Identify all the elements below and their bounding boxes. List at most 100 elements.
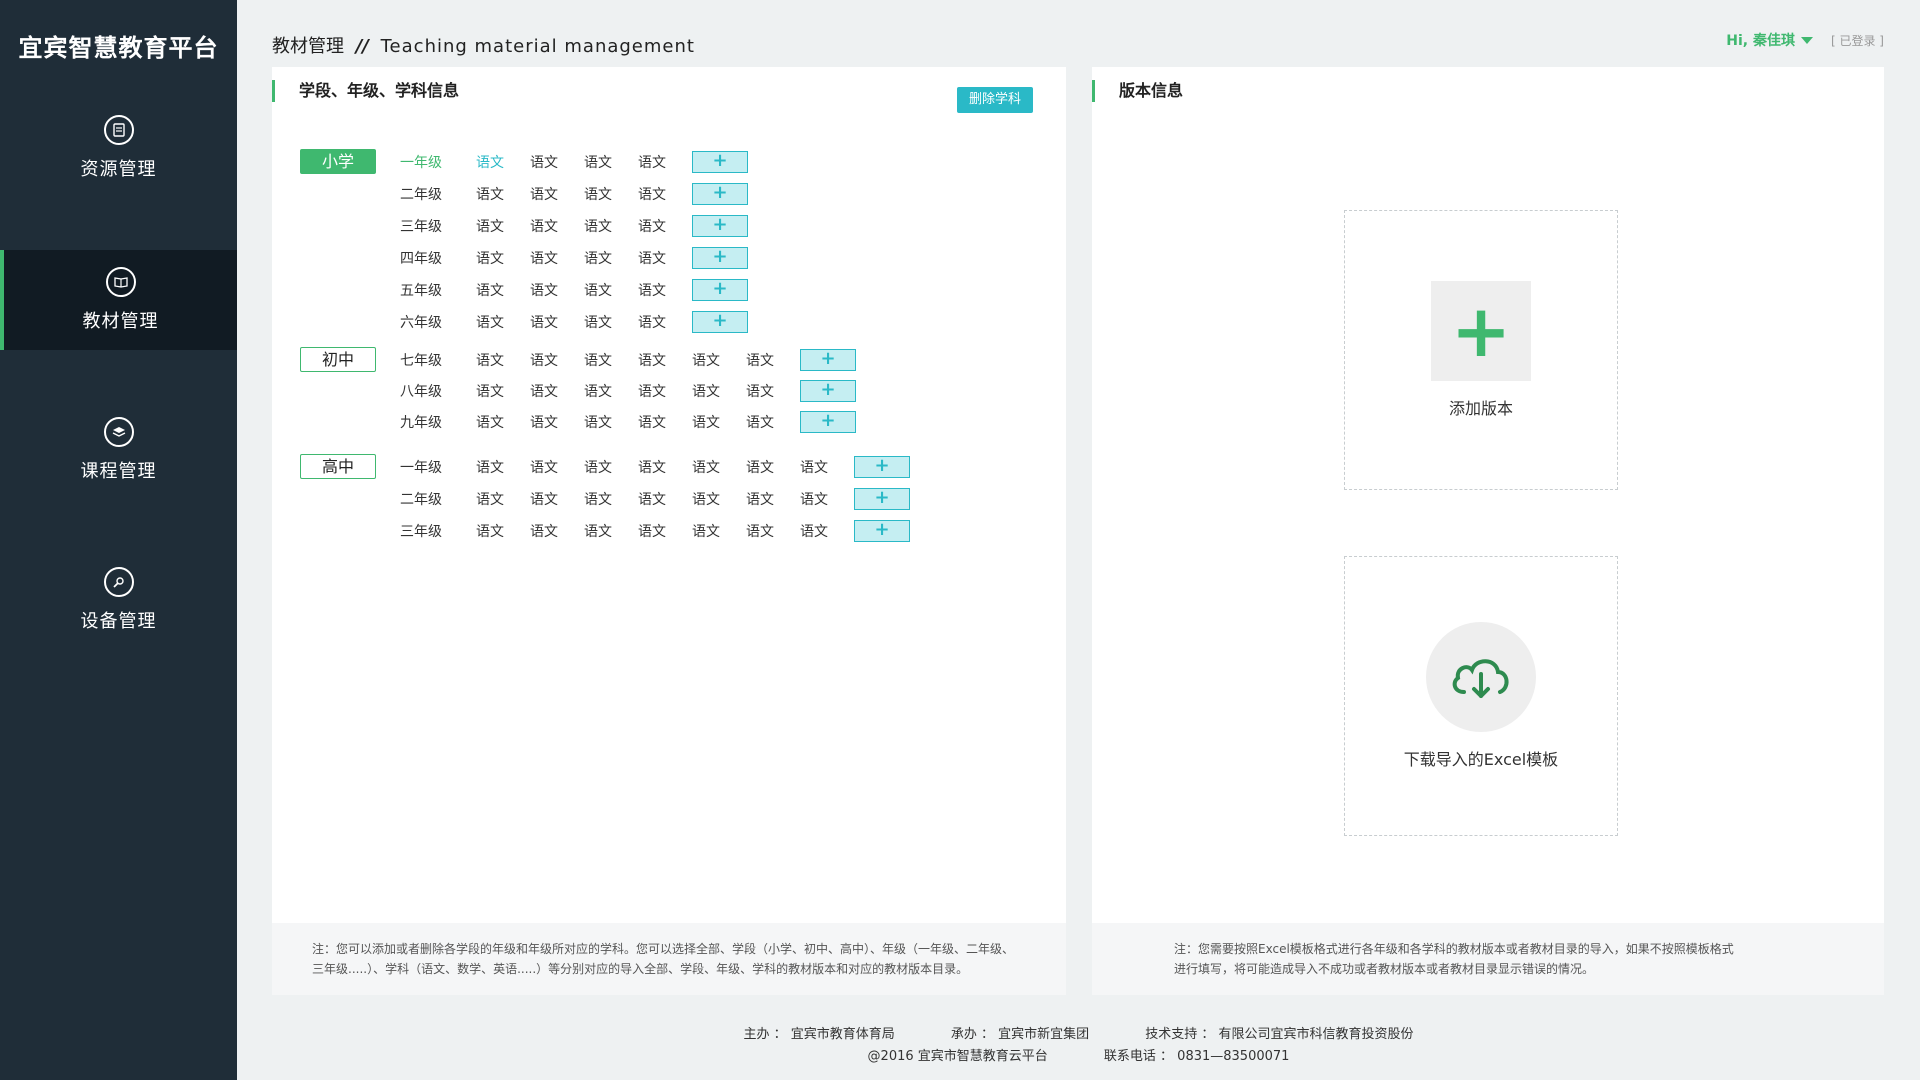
grade-name[interactable]: 七年级: [400, 350, 476, 370]
subject-item[interactable]: 语文: [746, 521, 800, 541]
grade-name[interactable]: 二年级: [400, 184, 476, 204]
subject-item[interactable]: 语文: [692, 489, 746, 509]
subject-item[interactable]: 语文: [476, 350, 530, 370]
delete-subject-button[interactable]: 删除学科: [957, 87, 1033, 113]
subject-item[interactable]: 语文: [476, 489, 530, 509]
subject-item[interactable]: 语文: [800, 489, 854, 509]
chevron-down-icon[interactable]: [1801, 36, 1813, 44]
add-subject-button[interactable]: +: [692, 279, 748, 301]
subject-item[interactable]: 语文: [476, 152, 530, 172]
grade-name[interactable]: 二年级: [400, 489, 476, 509]
grade-name[interactable]: 一年级: [400, 457, 476, 477]
subject-item[interactable]: 语文: [584, 216, 638, 236]
subject-item[interactable]: 语文: [476, 184, 530, 204]
subject-item[interactable]: 语文: [692, 521, 746, 541]
subject-item[interactable]: 语文: [476, 457, 530, 477]
subject-item[interactable]: 语文: [530, 216, 584, 236]
subject-item[interactable]: 语文: [530, 152, 584, 172]
add-subject-button[interactable]: +: [854, 520, 910, 542]
subject-item[interactable]: 语文: [530, 184, 584, 204]
stage-tab[interactable]: 小学: [300, 149, 376, 174]
subject-item[interactable]: 语文: [584, 489, 638, 509]
sidebar-item-resource[interactable]: 资源管理: [0, 98, 237, 198]
add-subject-button[interactable]: +: [800, 349, 856, 371]
subject-item[interactable]: 语文: [692, 457, 746, 477]
sidebar-item-device[interactable]: 设备管理: [0, 550, 237, 650]
subject-item[interactable]: 语文: [692, 381, 746, 401]
add-subject-button[interactable]: +: [692, 311, 748, 333]
subject-item[interactable]: 语文: [584, 184, 638, 204]
add-subject-button[interactable]: +: [692, 151, 748, 173]
subject-item[interactable]: 语文: [584, 457, 638, 477]
subject-item[interactable]: 语文: [746, 381, 800, 401]
subject-item[interactable]: 语文: [638, 521, 692, 541]
grade-name[interactable]: 四年级: [400, 248, 476, 268]
user-greeting[interactable]: Hi, 秦佳琪: [1726, 30, 1795, 50]
subject-item[interactable]: 语文: [638, 184, 692, 204]
subject-item[interactable]: 语文: [476, 412, 530, 432]
subject-item[interactable]: 语文: [584, 350, 638, 370]
add-version-card[interactable]: + 添加版本: [1344, 210, 1618, 490]
grade-name[interactable]: 九年级: [400, 412, 476, 432]
subject-item[interactable]: 语文: [584, 521, 638, 541]
add-subject-button[interactable]: +: [854, 456, 910, 478]
subject-item[interactable]: 语文: [530, 248, 584, 268]
add-subject-button[interactable]: +: [854, 488, 910, 510]
subject-item[interactable]: 语文: [530, 489, 584, 509]
subject-item[interactable]: 语文: [530, 412, 584, 432]
subject-item[interactable]: 语文: [476, 248, 530, 268]
subject-item[interactable]: 语文: [530, 521, 584, 541]
subject-item[interactable]: 语文: [476, 280, 530, 300]
add-subject-button[interactable]: +: [692, 183, 748, 205]
subject-item[interactable]: 语文: [638, 280, 692, 300]
subject-item[interactable]: 语文: [530, 381, 584, 401]
plus-icon[interactable]: +: [1431, 281, 1531, 381]
grade-name[interactable]: 一年级: [400, 152, 476, 172]
subject-item[interactable]: 语文: [530, 280, 584, 300]
subject-item[interactable]: 语文: [746, 489, 800, 509]
subject-item[interactable]: 语文: [584, 412, 638, 432]
subject-item[interactable]: 语文: [638, 489, 692, 509]
subject-item[interactable]: 语文: [692, 350, 746, 370]
stage-tab[interactable]: 高中: [300, 454, 376, 479]
subject-item[interactable]: 语文: [476, 312, 530, 332]
subject-item[interactable]: 语文: [746, 457, 800, 477]
subject-item[interactable]: 语文: [476, 521, 530, 541]
subject-item[interactable]: 语文: [638, 412, 692, 432]
subject-item[interactable]: 语文: [638, 350, 692, 370]
subject-item[interactable]: 语文: [638, 216, 692, 236]
subject-item[interactable]: 语文: [584, 280, 638, 300]
grade-name[interactable]: 五年级: [400, 280, 476, 300]
subject-item[interactable]: 语文: [530, 312, 584, 332]
subject-item[interactable]: 语文: [638, 457, 692, 477]
subject-item[interactable]: 语文: [584, 312, 638, 332]
grade-name[interactable]: 八年级: [400, 381, 476, 401]
grade-name[interactable]: 三年级: [400, 216, 476, 236]
user-menu[interactable]: Hi, 秦佳琪 [ 已登录 ]: [1726, 30, 1884, 50]
subject-item[interactable]: 语文: [692, 412, 746, 432]
subject-item[interactable]: 语文: [584, 381, 638, 401]
subject-item[interactable]: 语文: [746, 412, 800, 432]
add-subject-button[interactable]: +: [800, 380, 856, 402]
add-subject-button[interactable]: +: [800, 411, 856, 433]
subject-item[interactable]: 语文: [476, 216, 530, 236]
subject-item[interactable]: 语文: [584, 152, 638, 172]
grade-name[interactable]: 三年级: [400, 521, 476, 541]
download-template-card[interactable]: 下载导入的Excel模板: [1344, 556, 1618, 836]
subject-item[interactable]: 语文: [800, 457, 854, 477]
subject-item[interactable]: 语文: [476, 381, 530, 401]
cloud-download-icon[interactable]: [1426, 622, 1536, 732]
subject-item[interactable]: 语文: [638, 152, 692, 172]
sidebar-item-course[interactable]: 课程管理: [0, 400, 237, 500]
add-subject-button[interactable]: +: [692, 215, 748, 237]
stage-tab[interactable]: 初中: [300, 347, 376, 372]
sidebar-item-textbook[interactable]: 教材管理: [0, 250, 237, 350]
subject-item[interactable]: 语文: [800, 521, 854, 541]
subject-item[interactable]: 语文: [530, 457, 584, 477]
subject-item[interactable]: 语文: [638, 248, 692, 268]
add-subject-button[interactable]: +: [692, 247, 748, 269]
subject-item[interactable]: 语文: [638, 312, 692, 332]
subject-item[interactable]: 语文: [584, 248, 638, 268]
subject-item[interactable]: 语文: [746, 350, 800, 370]
subject-item[interactable]: 语文: [638, 381, 692, 401]
